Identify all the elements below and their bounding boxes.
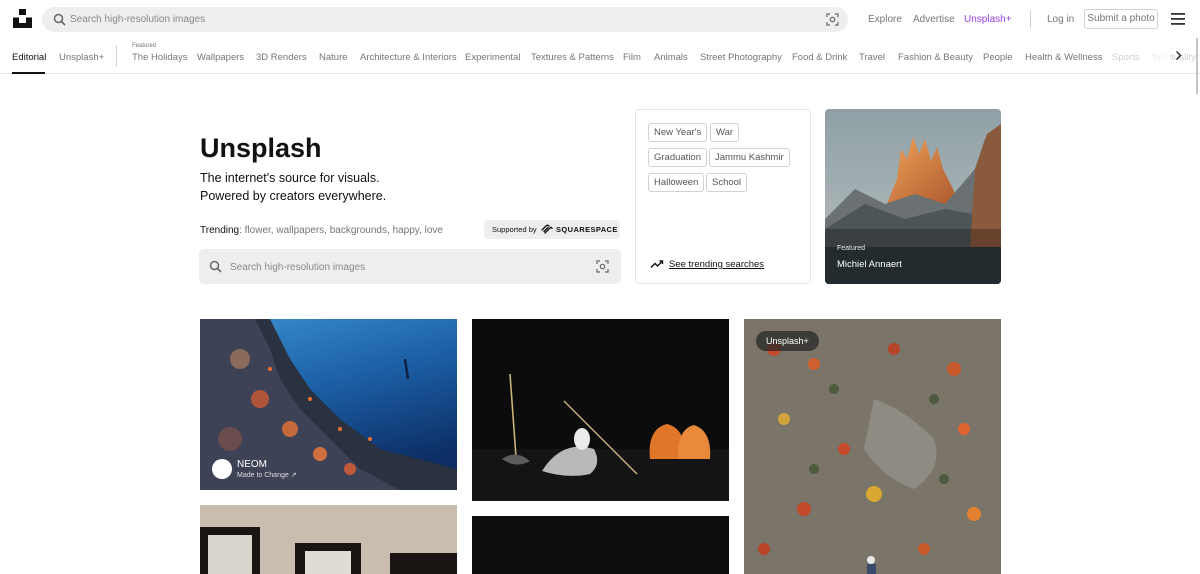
unsplash-plus-badge: Unsplash+ xyxy=(756,331,819,351)
tab-editorial[interactable]: Editorial xyxy=(12,52,46,63)
tab-street-photography[interactable]: Street Photography xyxy=(700,52,782,63)
frames-photo-image xyxy=(200,505,457,574)
trending-link-flower[interactable]: flower xyxy=(245,225,271,236)
photo-card-still-life[interactable] xyxy=(472,319,729,501)
submit-photo-button[interactable]: Submit a photo xyxy=(1084,9,1158,29)
tab-food-drink[interactable]: Food & Drink xyxy=(792,52,847,63)
dark-photo-image xyxy=(472,516,729,574)
tab-wallpapers[interactable]: Wallpapers xyxy=(197,52,244,63)
forest-photo-image xyxy=(744,319,1001,574)
header-divider xyxy=(1030,10,1031,28)
sponsor-badge[interactable]: Supported by SQUARESPACE xyxy=(484,220,620,239)
topic-nav: Editorial Unsplash+ Featured The Holiday… xyxy=(0,38,1200,74)
tab-experimental[interactable]: Experimental xyxy=(465,52,520,63)
tab-sports[interactable]: Sports xyxy=(1112,52,1139,63)
tab-people[interactable]: People xyxy=(983,52,1013,63)
photo-author-subtitle[interactable]: Made to Change ↗ xyxy=(237,471,297,479)
featured-author[interactable]: Michiel Annaert xyxy=(837,259,902,270)
hero-title: Unsplash xyxy=(200,133,322,163)
trending-card: New Year's War Graduation Jammu Kashmir … xyxy=(635,109,811,284)
supported-by-label: Supported by xyxy=(492,225,537,234)
photo-card-underwater[interactable]: NEOM Made to Change ↗ xyxy=(200,319,457,490)
hero-tagline-1: The internet's source for visuals. xyxy=(200,171,380,185)
scrollbar-thumb[interactable] xyxy=(1196,38,1198,94)
hamburger-menu-icon[interactable] xyxy=(1171,13,1185,25)
visual-search-icon[interactable] xyxy=(596,260,609,273)
search-icon[interactable] xyxy=(209,260,222,273)
tab-nature[interactable]: Nature xyxy=(319,52,348,63)
still-life-photo-image xyxy=(472,319,729,501)
squarespace-logo-icon xyxy=(541,224,553,234)
trending-arrow-icon xyxy=(650,260,664,268)
trend-chip-war[interactable]: War xyxy=(710,123,740,142)
hero-tagline-2: Powered by creators everywhere. xyxy=(200,189,387,203)
featured-photo[interactable]: Featured Michiel Annaert xyxy=(825,109,1001,284)
tab-fashion-beauty[interactable]: Fashion & Beauty xyxy=(898,52,973,63)
search-icon[interactable] xyxy=(53,13,66,26)
nav-divider xyxy=(116,45,117,67)
trending-searches: Trending: flower, wallpapers, background… xyxy=(200,225,443,236)
top-bar: Explore Advertise Unsplash+ Log in Submi… xyxy=(0,0,1200,38)
hero-search-bar[interactable] xyxy=(199,249,621,284)
photo-card-frames[interactable] xyxy=(200,505,457,574)
unsplash-logo-icon[interactable] xyxy=(13,9,32,28)
explore-link[interactable]: Explore xyxy=(868,14,902,25)
tab-animals[interactable]: Animals xyxy=(654,52,688,63)
tab-3d-renders[interactable]: 3D Renders xyxy=(256,52,307,63)
advertise-link[interactable]: Advertise xyxy=(913,14,955,25)
trending-label: Trending xyxy=(200,225,240,236)
login-link[interactable]: Log in xyxy=(1047,14,1074,25)
trending-link-wallpapers[interactable]: wallpapers xyxy=(276,225,324,236)
photo-card-forest[interactable]: Unsplash+ xyxy=(744,319,1001,574)
nav-fade-overlay xyxy=(1140,38,1170,73)
hero-search-input[interactable] xyxy=(230,257,580,277)
header-search-bar[interactable] xyxy=(42,7,848,32)
tab-textures-patterns[interactable]: Textures & Patterns xyxy=(531,52,614,63)
see-trending-label: See trending searches xyxy=(669,259,765,270)
header-search-input[interactable] xyxy=(70,9,810,30)
trending-link-happy[interactable]: happy xyxy=(393,225,420,236)
featured-topic-label: Featured xyxy=(132,43,157,49)
unsplash-plus-link[interactable]: Unsplash+ xyxy=(964,14,1012,25)
trending-link-love[interactable]: love xyxy=(425,225,443,236)
trend-chip-graduation[interactable]: Graduation xyxy=(648,148,708,167)
trend-chip-school[interactable]: School xyxy=(706,173,748,192)
featured-photo-image xyxy=(825,109,1001,284)
photo-card-dark[interactable] xyxy=(472,516,729,574)
trend-chip-new-years[interactable]: New Year's xyxy=(648,123,708,142)
tab-health-wellness[interactable]: Health & Wellness xyxy=(1025,52,1102,63)
visual-search-icon[interactable] xyxy=(826,13,839,26)
tab-travel[interactable]: Travel xyxy=(859,52,885,63)
sponsor-name: SQUARESPACE xyxy=(556,225,618,234)
trend-chip-jammu-kashmir[interactable]: Jammu Kashmir xyxy=(709,148,790,167)
avatar[interactable] xyxy=(212,459,232,479)
trending-link-backgrounds[interactable]: backgrounds xyxy=(330,225,387,236)
photo-author-name[interactable]: NEOM xyxy=(237,459,267,470)
tab-unsplash-plus[interactable]: Unsplash+ xyxy=(59,52,104,63)
tab-architecture-interiors[interactable]: Architecture & Interiors xyxy=(360,52,457,63)
trend-chip-halloween[interactable]: Halloween xyxy=(648,173,705,192)
chevron-right-icon[interactable] xyxy=(1173,50,1184,61)
featured-label: Featured xyxy=(837,245,866,252)
active-tab-indicator xyxy=(12,72,45,74)
tab-the-holidays[interactable]: The Holidays xyxy=(132,52,187,63)
tab-film[interactable]: Film xyxy=(623,52,641,63)
